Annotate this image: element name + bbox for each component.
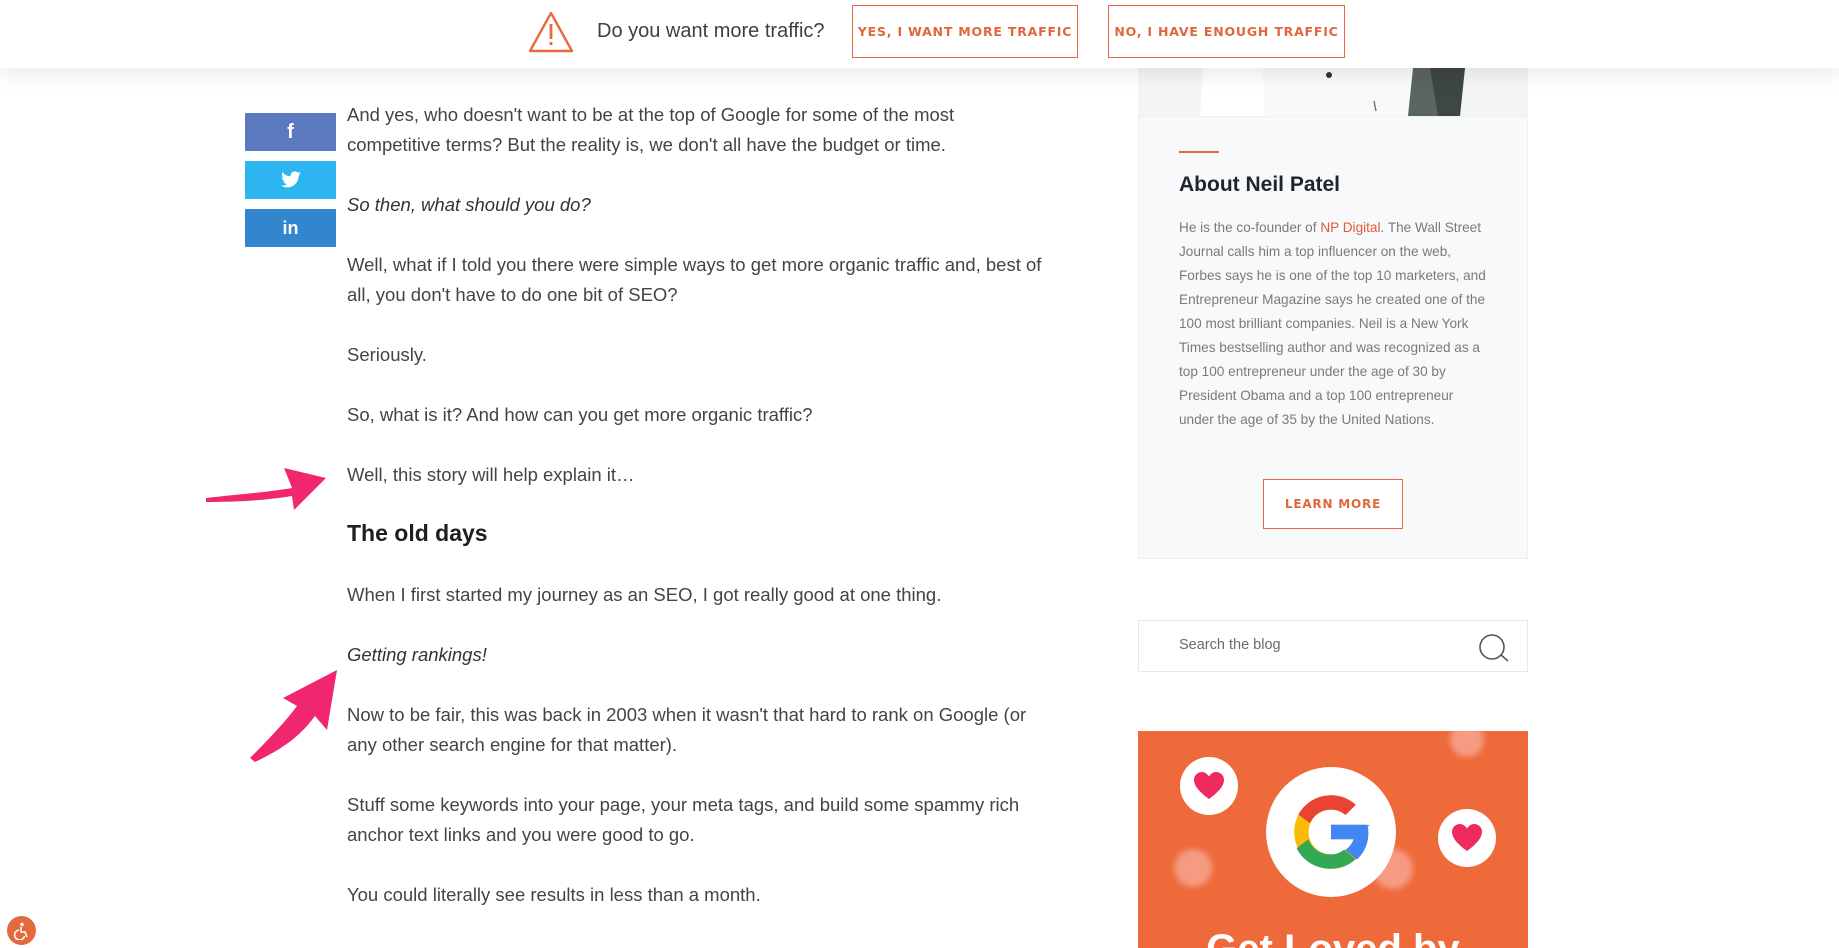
article-paragraph: Seriously. [347,344,427,365]
article-paragraph: Well, what if I told you there were simp… [347,254,1042,305]
search-icon[interactable] [1478,633,1510,663]
author-bio: He is the co-founder of NP Digital. The … [1179,216,1491,432]
article-paragraph: Getting rankings! [347,644,487,665]
heart-icon [1438,809,1496,867]
learn-more-button[interactable]: LEARN MORE [1263,479,1403,529]
np-digital-link[interactable]: NP Digital [1320,220,1380,235]
decorative-heart-blur [1174,849,1212,887]
linkedin-icon: in [282,217,299,238]
annotation-arrow-icon [250,670,337,762]
accessibility-icon [13,922,28,940]
linkedin-share-button[interactable]: in [245,209,336,247]
promo-banner[interactable]: Get Loved by [1138,731,1528,948]
author-bio-text: . The Wall Street Journal calls him a to… [1179,220,1486,427]
heart-icon [1180,757,1238,815]
author-card-title: About Neil Patel [1179,173,1341,196]
traffic-optin-bar: Do you want more traffic? YES, I WANT MO… [0,0,1839,68]
article-paragraph: So, what is it? And how can you get more… [347,404,813,425]
facebook-icon: f [287,120,294,143]
google-logo-icon [1266,767,1396,897]
author-image-icon [1138,68,1528,116]
accent-divider [1179,151,1219,153]
accessibility-button[interactable] [7,916,36,945]
about-author-card: About Neil Patel He is the co-founder of… [1138,116,1528,559]
article-paragraph: So then, what should you do? [347,194,591,215]
article-paragraph: Stuff some keywords into your page, your… [347,794,1020,845]
annotation-arrow-icon [206,468,326,510]
author-photo [1138,68,1528,116]
blog-search-box[interactable]: Search the blog [1138,620,1528,672]
optin-question: Do you want more traffic? [597,20,825,42]
facebook-share-button[interactable]: f [245,113,336,151]
search-input[interactable]: Search the blog [1179,637,1281,653]
twitter-share-button[interactable] [245,161,336,199]
warning-icon [528,11,574,53]
article-paragraph: Well, this story will help explain it… [347,464,635,485]
twitter-icon [280,171,301,188]
promo-headline: Get Loved by [1138,927,1528,948]
no-enough-traffic-button[interactable]: NO, I HAVE ENOUGH TRAFFIC [1108,5,1345,58]
section-heading: The old days [347,520,488,546]
article-paragraph: And yes, who doesn't want to be at the t… [347,104,955,155]
article-paragraph: Now to be fair, this was back in 2003 wh… [347,704,1027,755]
yes-more-traffic-button[interactable]: YES, I WANT MORE TRAFFIC [852,5,1078,58]
article-paragraph: You could literally see results in less … [347,884,761,905]
author-bio-text: He is the co-founder of [1179,220,1321,235]
decorative-heart-blur [1450,731,1484,757]
article-paragraph: When I first started my journey as an SE… [347,584,942,605]
